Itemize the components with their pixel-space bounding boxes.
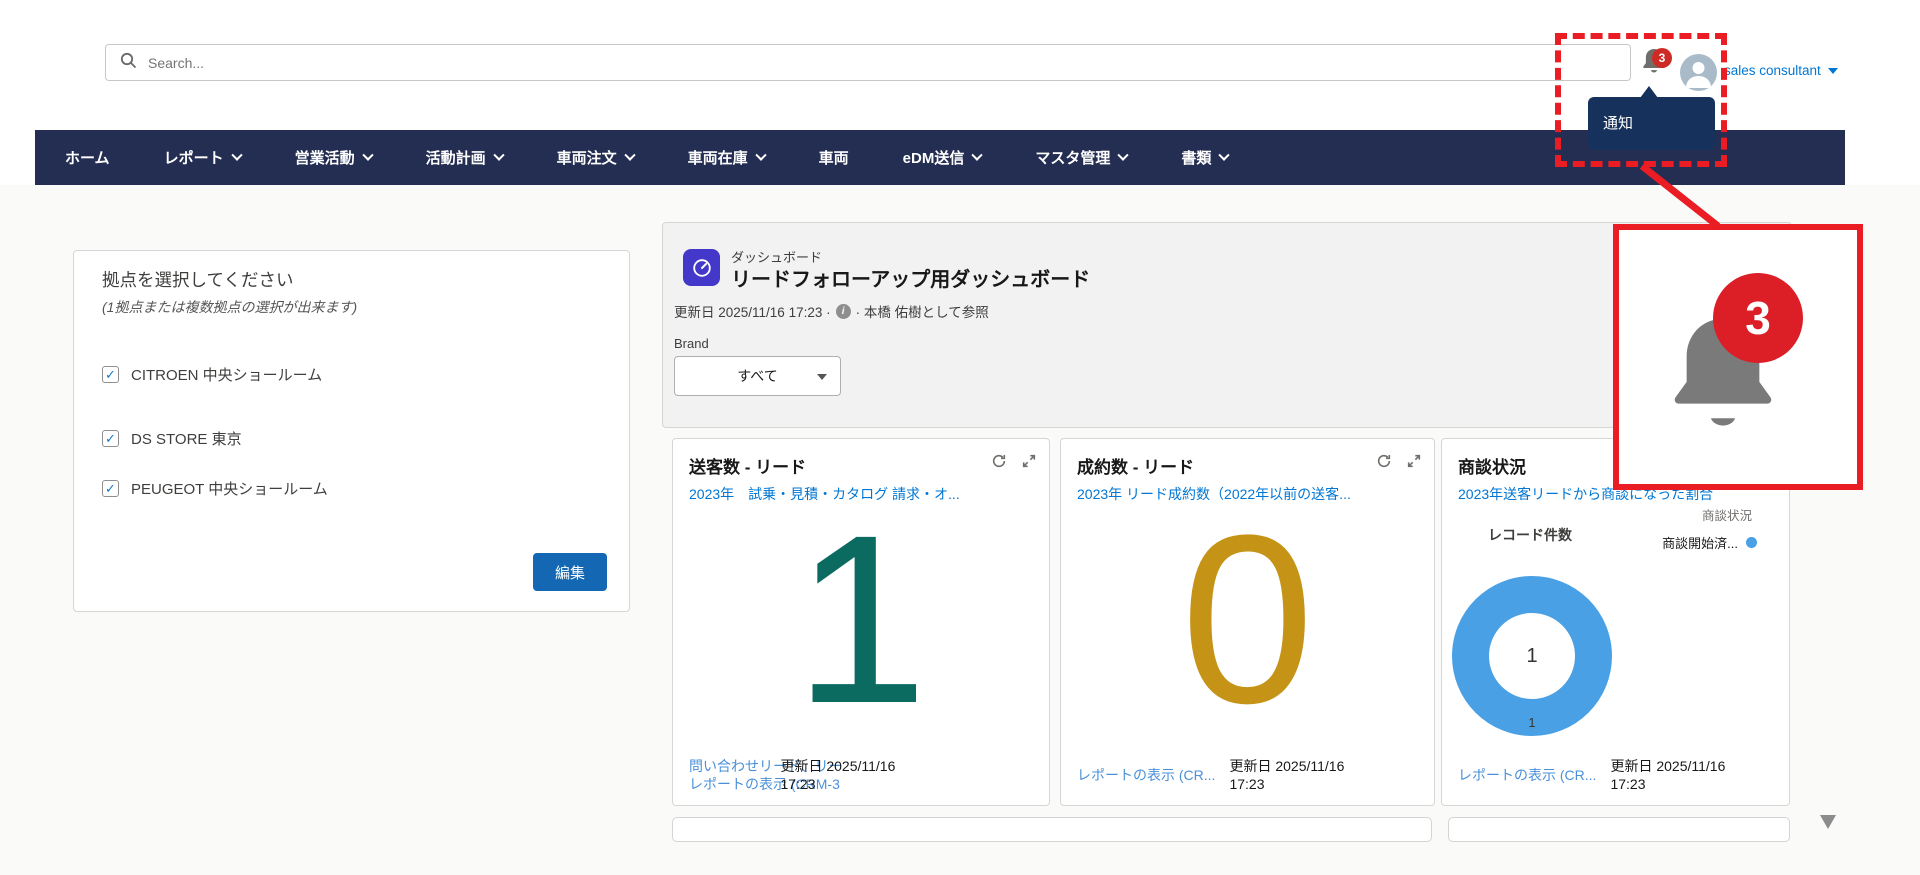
search-icon <box>120 52 137 74</box>
info-icon[interactable]: i <box>836 304 851 319</box>
location-panel: 拠点を選択してください (1拠点または複数拠点の選択が出来ます) ✓ CITROE… <box>73 250 630 612</box>
global-search-bar <box>105 44 1631 81</box>
chevron-down-icon <box>624 149 635 160</box>
expand-icon[interactable] <box>1406 453 1422 474</box>
location-option-label: PEUGEOT 中央ショールーム <box>131 478 328 499</box>
legend-item[interactable]: 商談開始済... <box>1662 533 1757 552</box>
chevron-down-icon <box>972 149 983 160</box>
notification-count-badge-zoomed: 3 <box>1713 273 1803 363</box>
scroll-down-arrow-icon[interactable] <box>1820 815 1836 829</box>
location-panel-title: 拠点を選択してください <box>102 267 293 292</box>
card-title: 成約数 - リード <box>1077 453 1376 478</box>
nav-item-label: ホーム <box>65 147 110 168</box>
legend-dot-icon <box>1746 537 1757 548</box>
chart-value-label: レコード件数 <box>1488 525 1572 545</box>
nav-item-6[interactable]: 車両在庫 <box>688 147 765 168</box>
nav-item-7[interactable]: 車両 <box>819 147 849 168</box>
card-updated-time: 17:23 <box>780 775 895 793</box>
nav-item-5[interactable]: 車両注文 <box>557 147 634 168</box>
nav-item-label: 書類 <box>1181 147 1211 168</box>
chevron-down-icon <box>1118 149 1129 160</box>
nav-item-label: 営業活動 <box>295 147 355 168</box>
chevron-down-icon <box>493 149 504 160</box>
navbar: ホーム レポート 営業活動 活動計画 車両注文 車両在庫 車両 eDM送信 マスタ管理 書類 <box>35 130 1845 185</box>
brand-filter-dropdown[interactable]: すべて <box>674 356 841 396</box>
card-updated: 更新日 2025/11/16 <box>780 757 895 775</box>
location-option-label: CITROEN 中央ショールーム <box>131 364 322 385</box>
view-report-link[interactable]: レポートの表示 (CR... <box>1458 766 1596 784</box>
expand-icon[interactable] <box>1021 453 1037 474</box>
view-report-link[interactable]: レポートの表示 (CR... <box>1077 766 1215 784</box>
checkbox[interactable]: ✓ <box>102 366 119 383</box>
next-row-card-partial <box>672 817 1432 842</box>
chart-card-opportunity-status: 商談状況 2023年送客リードから商談になった割合 レコード件数 商談状況 商談… <box>1441 438 1790 806</box>
chevron-down-icon <box>1219 149 1230 160</box>
nav-item-4[interactable]: 活動計画 <box>426 147 503 168</box>
page-title: リードフォローアップ用ダッシュボード <box>731 263 1090 292</box>
chevron-down-icon <box>1828 68 1838 74</box>
nav-item-10[interactable]: 書類 <box>1181 147 1228 168</box>
nav-item-label: レポート <box>164 147 224 168</box>
chevron-down-icon <box>817 374 827 380</box>
nav-item-label: 活動計画 <box>426 147 486 168</box>
card-updated-time: 17:23 <box>1610 775 1725 793</box>
next-row-card-partial <box>1448 817 1790 842</box>
location-option-3: ✓ PEUGEOT 中央ショールーム <box>102 478 328 499</box>
location-option-label: DS STORE 東京 <box>131 428 242 449</box>
nav-item-label: マスタ管理 <box>1035 147 1110 168</box>
nav-item-label: 車両在庫 <box>688 147 748 168</box>
nav-item-label: 車両 <box>819 147 849 168</box>
nav-item-label: eDM送信 <box>903 147 965 168</box>
chevron-down-icon <box>231 149 242 160</box>
location-option-2: ✓ DS STORE 東京 <box>102 428 242 449</box>
refresh-icon[interactable] <box>991 453 1007 474</box>
checkbox[interactable]: ✓ <box>102 430 119 447</box>
dashboard-icon <box>683 249 720 286</box>
donut-chart[interactable]: 1 1 <box>1452 576 1612 736</box>
nav-item-3[interactable]: 営業活動 <box>295 147 372 168</box>
chevron-down-icon <box>362 149 373 160</box>
nav-item-1[interactable]: ホーム <box>65 147 110 168</box>
refresh-icon[interactable] <box>1376 453 1392 474</box>
legend-item-label: 商談開始済... <box>1662 533 1738 552</box>
notification-count-badge: 3 <box>1652 48 1672 68</box>
card-updated: 更新日 2025/11/16 <box>1610 757 1725 775</box>
search-input[interactable] <box>148 55 548 71</box>
legend-title: 商談状況 <box>1702 505 1752 524</box>
card-title: 送客数 - リード <box>689 453 991 478</box>
brand-filter-value: すべて <box>737 366 777 386</box>
nav-item-2[interactable]: レポート <box>164 147 241 168</box>
annotation-zoom-callout: 3 <box>1613 224 1863 490</box>
donut-slice-label: 1 <box>1452 716 1612 730</box>
metric-card-leads-sent: 送客数 - リード 2023年 試乗・見積・カタログ 請求・オ... 1 問い合… <box>672 438 1050 806</box>
dashboard-viewing-as: · 本橋 佑樹として参照 <box>856 301 989 321</box>
user-menu[interactable]: sales consultant <box>1724 63 1838 78</box>
edit-button[interactable]: 編集 <box>533 553 607 591</box>
nav-item-9[interactable]: マスタ管理 <box>1035 147 1127 168</box>
metric-card-closed-deals: 成約数 - リード 2023年 リード成約数（2022年以前の送客... 0 レ… <box>1060 438 1435 806</box>
nav-item-8[interactable]: eDM送信 <box>903 147 982 168</box>
card-updated: 更新日 2025/11/16 <box>1229 757 1344 775</box>
checkbox[interactable]: ✓ <box>102 480 119 497</box>
location-option-1: ✓ CITROEN 中央ショールーム <box>102 364 322 385</box>
location-panel-subtitle: (1拠点または複数拠点の選択が出来ます) <box>102 297 357 317</box>
notification-tooltip: 通知 <box>1588 97 1715 150</box>
chevron-down-icon <box>755 149 766 160</box>
donut-center-total: 1 <box>1452 576 1612 736</box>
metric-value: 0 <box>1061 499 1434 739</box>
dashboard-updated: 更新日 2025/11/16 17:23 · <box>674 301 831 321</box>
nav-item-label: 車両注文 <box>557 147 617 168</box>
card-updated-time: 17:23 <box>1229 775 1344 793</box>
avatar[interactable] <box>1680 54 1717 91</box>
brand-filter-label: Brand <box>674 336 709 351</box>
dashboard-meta: 更新日 2025/11/16 17:23 · i · 本橋 佑樹として参照 <box>674 301 989 321</box>
metric-value: 1 <box>673 499 1049 739</box>
user-menu-label: sales consultant <box>1724 63 1821 78</box>
